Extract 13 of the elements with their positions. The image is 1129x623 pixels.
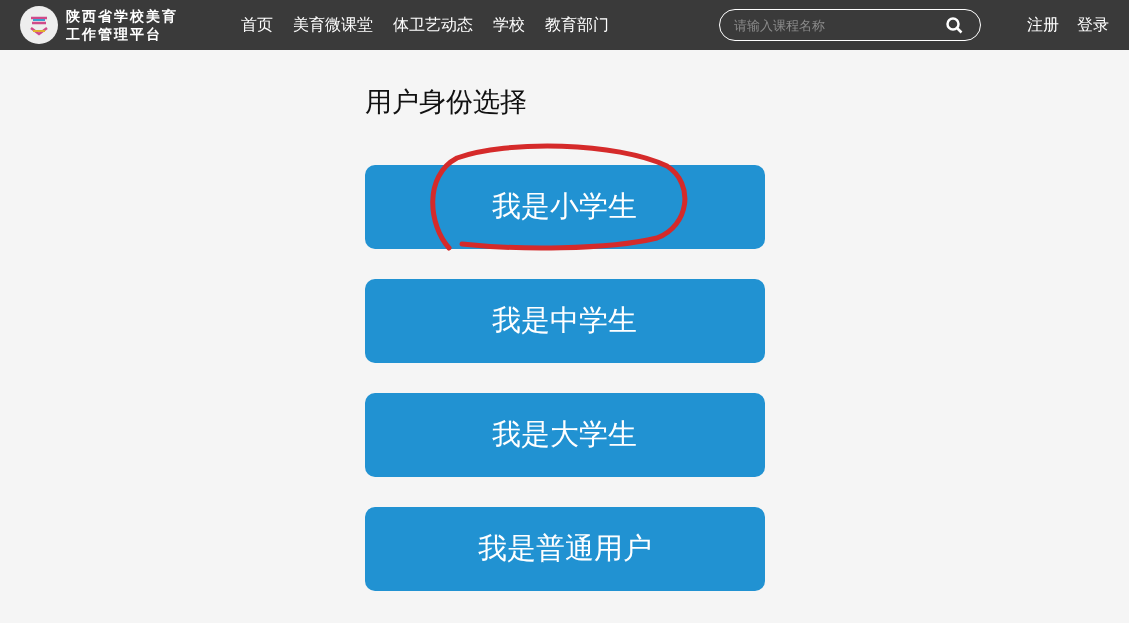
page-title: 用户身份选择: [364, 85, 528, 119]
auth-link[interactable]: 登录: [1077, 14, 1109, 36]
search-icon[interactable]: [946, 17, 963, 34]
logo-text: 陕西省学校美育: [66, 7, 178, 25]
logo-icon: [20, 6, 58, 44]
auth-link[interactable]: 注册: [1027, 14, 1059, 36]
nav-link[interactable]: 体卫艺动态: [393, 14, 473, 36]
search-field[interactable]: 请输入课程名称: [719, 9, 981, 41]
nav-link[interactable]: 教育部门: [545, 14, 609, 36]
logo-text: 工作管理平台: [66, 25, 163, 43]
nav-link[interactable]: 首页: [241, 14, 273, 36]
nav-link[interactable]: 美育微课堂: [293, 14, 373, 36]
nav-link[interactable]: 学校: [493, 14, 525, 36]
